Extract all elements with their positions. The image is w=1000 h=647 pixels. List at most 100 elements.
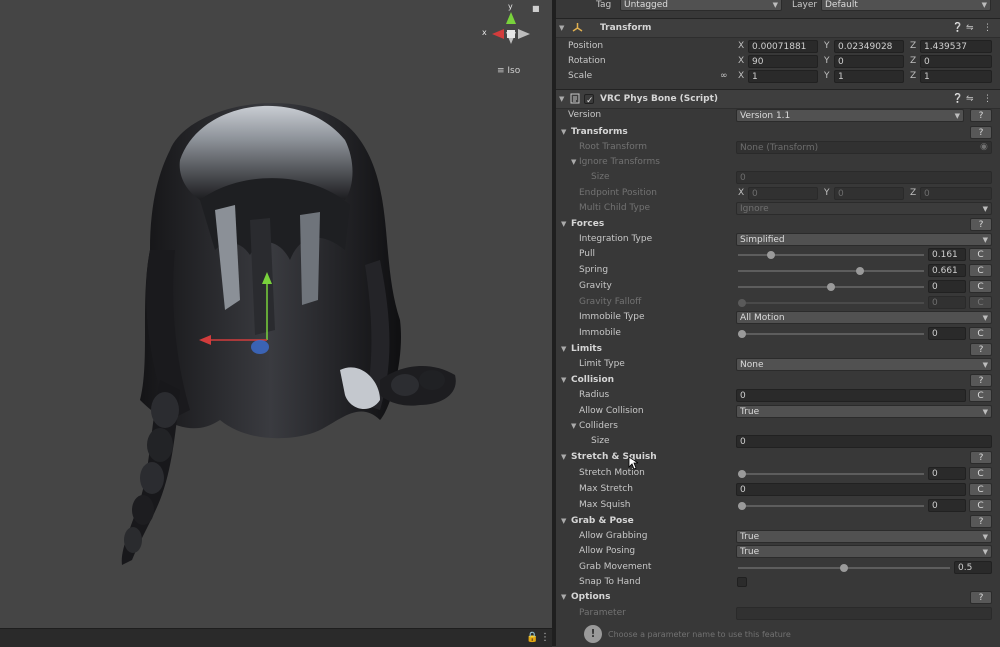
max-squish-slider[interactable] <box>738 498 924 513</box>
gravity-slider[interactable] <box>738 279 924 294</box>
immobile-field[interactable]: 0 <box>928 327 966 340</box>
slider-thumb[interactable] <box>856 267 864 275</box>
allow-posing-dropdown[interactable]: True ▼ <box>736 545 992 558</box>
stretch-help-button[interactable]: ? <box>970 451 992 464</box>
tag-dropdown[interactable]: Untagged ▼ <box>620 0 782 11</box>
rotation-y-field[interactable]: 0 <box>834 55 904 68</box>
link-icon[interactable]: ∞ <box>720 69 728 84</box>
fold-arrow-icon[interactable]: ▼ <box>561 450 566 465</box>
scale-x-field[interactable]: 1 <box>748 70 818 83</box>
pull-slider[interactable] <box>738 247 924 262</box>
gravity-field[interactable]: 0 <box>928 280 966 293</box>
layer-dropdown[interactable]: Default ▼ <box>821 0 991 11</box>
position-y-field[interactable]: 0.02349028 <box>834 40 904 53</box>
gravity-falloff-curve-button[interactable]: C <box>969 296 992 309</box>
limit-type-dropdown[interactable]: None ▼ <box>736 358 992 371</box>
pull-field[interactable]: 0.161 <box>928 248 966 261</box>
fold-arrow-icon[interactable]: ▼ <box>559 90 564 108</box>
rotation-z-field[interactable]: 0 <box>920 55 992 68</box>
limits-section[interactable]: ▼ Limits ? <box>556 342 1000 357</box>
limits-help-button[interactable]: ? <box>970 343 992 356</box>
max-squish-field[interactable]: 0 <box>928 499 966 512</box>
gravity-falloff-field[interactable]: 0 <box>928 296 966 309</box>
immobile-curve-button[interactable]: C <box>969 327 992 340</box>
stretch-motion-slider[interactable] <box>738 466 924 481</box>
stretch-motion-curve-button[interactable]: C <box>969 467 992 480</box>
fold-arrow-icon[interactable]: ▼ <box>561 125 566 140</box>
ignore-transforms-row[interactable]: ▼ Ignore Transforms <box>556 155 1000 170</box>
endpoint-x-field[interactable]: 0 <box>748 187 818 200</box>
forces-help-button[interactable]: ? <box>970 218 992 231</box>
root-transform-field[interactable]: None (Transform) <box>736 141 992 154</box>
immobile-type-dropdown[interactable]: All Motion ▼ <box>736 311 992 324</box>
more-icon[interactable]: ⋮ <box>983 19 992 37</box>
allow-collision-dropdown[interactable]: True ▼ <box>736 405 992 418</box>
slider-thumb[interactable] <box>738 470 746 478</box>
version-help-button[interactable]: ? <box>970 109 992 122</box>
lock-icon[interactable]: ■ <box>532 4 540 13</box>
slider-thumb[interactable] <box>767 251 775 259</box>
max-stretch-field[interactable]: 0 <box>736 483 966 496</box>
slider-thumb[interactable] <box>738 330 746 338</box>
grab-help-button[interactable]: ? <box>970 515 992 528</box>
colliders-size-field[interactable]: 0 <box>736 435 992 448</box>
rotation-x-field[interactable]: 90 <box>748 55 818 68</box>
stretch-motion-field[interactable]: 0 <box>928 467 966 480</box>
options-help-button[interactable]: ? <box>970 591 992 604</box>
fold-arrow-icon[interactable]: ▼ <box>561 590 566 605</box>
spring-slider[interactable] <box>738 263 924 278</box>
gravity-curve-button[interactable]: C <box>969 280 992 293</box>
collision-section[interactable]: ▼ Collision ? <box>556 373 1000 388</box>
transforms-section[interactable]: ▼ Transforms ? <box>556 125 1000 140</box>
slider-thumb[interactable] <box>738 299 746 307</box>
grab-pose-section[interactable]: ▼ Grab & Pose ? <box>556 514 1000 529</box>
allow-grabbing-dropdown[interactable]: True ▼ <box>736 530 992 543</box>
fold-arrow-icon[interactable]: ▼ <box>571 155 576 170</box>
fold-arrow-icon[interactable]: ▼ <box>571 419 576 434</box>
max-stretch-curve-button[interactable]: C <box>969 483 992 496</box>
slider-thumb[interactable] <box>827 283 835 291</box>
fold-arrow-icon[interactable]: ▼ <box>561 373 566 388</box>
position-x-field[interactable]: 0.00071881 <box>748 40 818 53</box>
preset-icon[interactable]: ⇋ <box>966 90 974 108</box>
scene-view[interactable]: y x ■ ≡ Iso <box>0 0 552 646</box>
collision-help-button[interactable]: ? <box>970 374 992 387</box>
snap-to-hand-checkbox[interactable] <box>737 577 747 587</box>
max-squish-curve-button[interactable]: C <box>969 499 992 512</box>
forces-section[interactable]: ▼ Forces ? <box>556 217 1000 232</box>
more-icon[interactable]: ⋮ <box>540 632 550 643</box>
preset-icon[interactable]: ⇋ <box>966 19 974 37</box>
version-dropdown[interactable]: Version 1.1 ▼ <box>736 109 964 122</box>
lock-icon[interactable]: 🔒 <box>526 632 538 643</box>
help-icon[interactable]: ❔ <box>952 90 963 108</box>
integration-type-dropdown[interactable]: Simplified ▼ <box>736 233 992 246</box>
radius-curve-button[interactable]: C <box>969 389 992 402</box>
fold-arrow-icon[interactable]: ▼ <box>559 19 564 37</box>
hair-model[interactable] <box>0 0 552 628</box>
slider-thumb[interactable] <box>840 564 848 572</box>
parameter-field[interactable] <box>736 607 992 620</box>
enabled-checkbox[interactable]: ✓ <box>584 94 594 106</box>
fold-arrow-icon[interactable]: ▼ <box>561 217 566 232</box>
transforms-help-button[interactable]: ? <box>970 126 992 139</box>
fold-arrow-icon[interactable]: ▼ <box>561 514 566 529</box>
transform-header[interactable]: ▼ Transform ❔ ⇋ ⋮ <box>556 18 1000 38</box>
endpoint-y-field[interactable]: 0 <box>834 187 904 200</box>
immobile-slider[interactable] <box>738 326 924 341</box>
radius-field[interactable]: 0 <box>736 389 966 402</box>
pull-curve-button[interactable]: C <box>969 248 992 261</box>
grab-movement-slider[interactable] <box>738 560 950 575</box>
position-z-field[interactable]: 1.439537 <box>920 40 992 53</box>
stretch-squish-section[interactable]: ▼ Stretch & Squish ? <box>556 450 1000 465</box>
slider-thumb[interactable] <box>738 502 746 510</box>
more-icon[interactable]: ⋮ <box>983 90 992 108</box>
scale-z-field[interactable]: 1 <box>920 70 992 83</box>
help-icon[interactable]: ❔ <box>952 19 963 37</box>
endpoint-z-field[interactable]: 0 <box>920 187 992 200</box>
object-picker-icon[interactable]: ◉ <box>980 140 988 155</box>
ignore-size-field[interactable]: 0 <box>736 171 992 184</box>
scale-y-field[interactable]: 1 <box>834 70 904 83</box>
colliders-row[interactable]: ▼ Colliders <box>556 419 1000 434</box>
spring-curve-button[interactable]: C <box>969 264 992 277</box>
fold-arrow-icon[interactable]: ▼ <box>561 342 566 357</box>
